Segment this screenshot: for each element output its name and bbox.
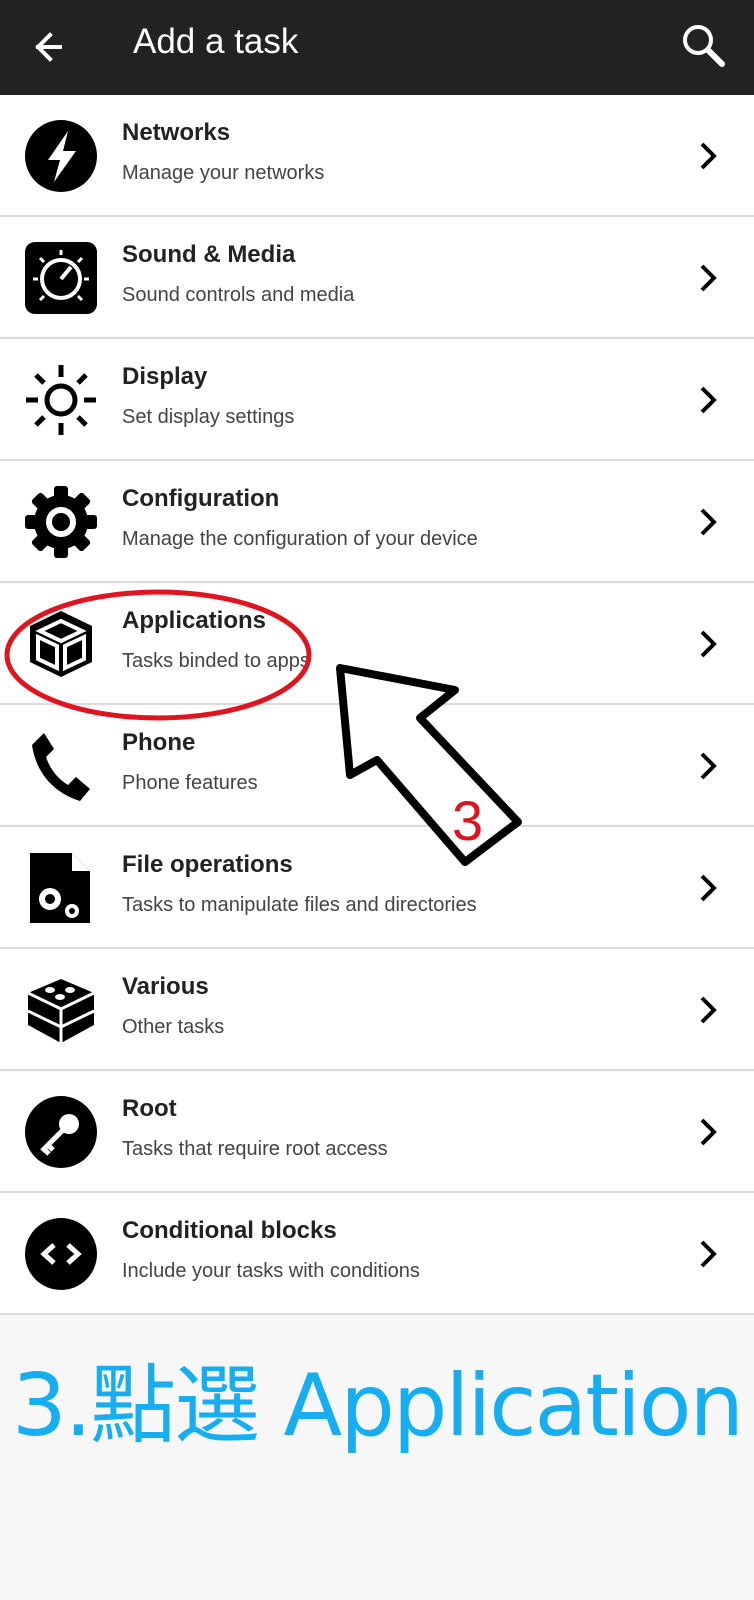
list-item-root[interactable]: Root Tasks that require root access: [0, 1071, 754, 1193]
chevron-right-icon: [700, 752, 717, 780]
chevron-right-icon: [700, 1240, 717, 1268]
chevron-right-icon: [700, 508, 717, 536]
chevron-right-icon: [700, 1118, 717, 1146]
list-item-conditional-blocks[interactable]: Conditional blocks Include your tasks wi…: [0, 1193, 754, 1315]
bricks-icon: [27, 979, 95, 1043]
lightning-icon: [25, 120, 97, 192]
item-description: Tasks to manipulate files and directorie…: [122, 894, 477, 916]
item-label: Configuration: [122, 485, 280, 512]
cube-icon: [30, 611, 92, 677]
item-label: Conditional blocks: [122, 1217, 337, 1244]
speaker-knob-icon: [25, 242, 97, 314]
item-description: Manage your networks: [122, 162, 325, 184]
chevron-right-icon: [700, 264, 717, 292]
gear-icon: [25, 486, 97, 558]
item-label: Phone: [122, 729, 196, 756]
list-item-phone[interactable]: Phone Phone features: [0, 705, 754, 827]
item-description: Phone features: [122, 772, 258, 794]
item-description: Manage the configuration of your device: [122, 528, 478, 550]
item-description: Tasks binded to apps: [122, 650, 310, 672]
arrow-left-icon: [35, 32, 62, 62]
item-label: Networks: [122, 119, 231, 146]
search-button[interactable]: [678, 22, 728, 72]
chevron-right-icon: [700, 630, 717, 658]
chevron-right-icon: [700, 996, 717, 1024]
item-description: Sound controls and media: [122, 284, 355, 306]
item-label: Sound & Media: [122, 241, 296, 268]
phone-icon: [32, 733, 90, 801]
list-item-file-operations[interactable]: File operations Tasks to manipulate file…: [0, 827, 754, 949]
list-item-various[interactable]: Various Other tasks: [0, 949, 754, 1071]
item-description: Include your tasks with conditions: [122, 1260, 420, 1282]
search-icon: [683, 25, 725, 67]
sun-brightness-icon: [26, 365, 96, 435]
item-description: Set display settings: [122, 406, 295, 428]
list-item-configuration[interactable]: Configuration Manage the configuration o…: [0, 461, 754, 583]
item-label: Various: [122, 973, 209, 1000]
chevron-right-icon: [700, 386, 717, 414]
instruction-caption: 3.點選 Application: [12, 1356, 744, 1456]
item-label: Display: [122, 363, 208, 390]
item-label: Applications: [122, 607, 267, 634]
list-item-applications[interactable]: Applications Tasks binded to apps: [0, 583, 754, 705]
item-description: Tasks that require root access: [122, 1138, 388, 1160]
list-item-sound-media[interactable]: Sound & Media Sound controls and media: [0, 217, 754, 339]
chevron-right-icon: [700, 874, 717, 902]
item-description: Other tasks: [122, 1016, 225, 1038]
file-gear-icon: [30, 853, 90, 923]
item-label: Root: [122, 1095, 177, 1122]
list-item-display[interactable]: Display Set display settings: [0, 339, 754, 461]
key-icon: [25, 1096, 97, 1168]
chevron-right-icon: [700, 142, 717, 170]
app-bar: Add a task: [0, 0, 754, 95]
page-title: Add a task: [133, 22, 299, 61]
item-label: File operations: [122, 851, 293, 878]
code-brackets-icon: [25, 1218, 97, 1290]
task-category-list: Networks Manage your networks Sound & Me…: [0, 95, 754, 1315]
list-item-networks[interactable]: Networks Manage your networks: [0, 95, 754, 217]
back-button[interactable]: [30, 24, 76, 70]
